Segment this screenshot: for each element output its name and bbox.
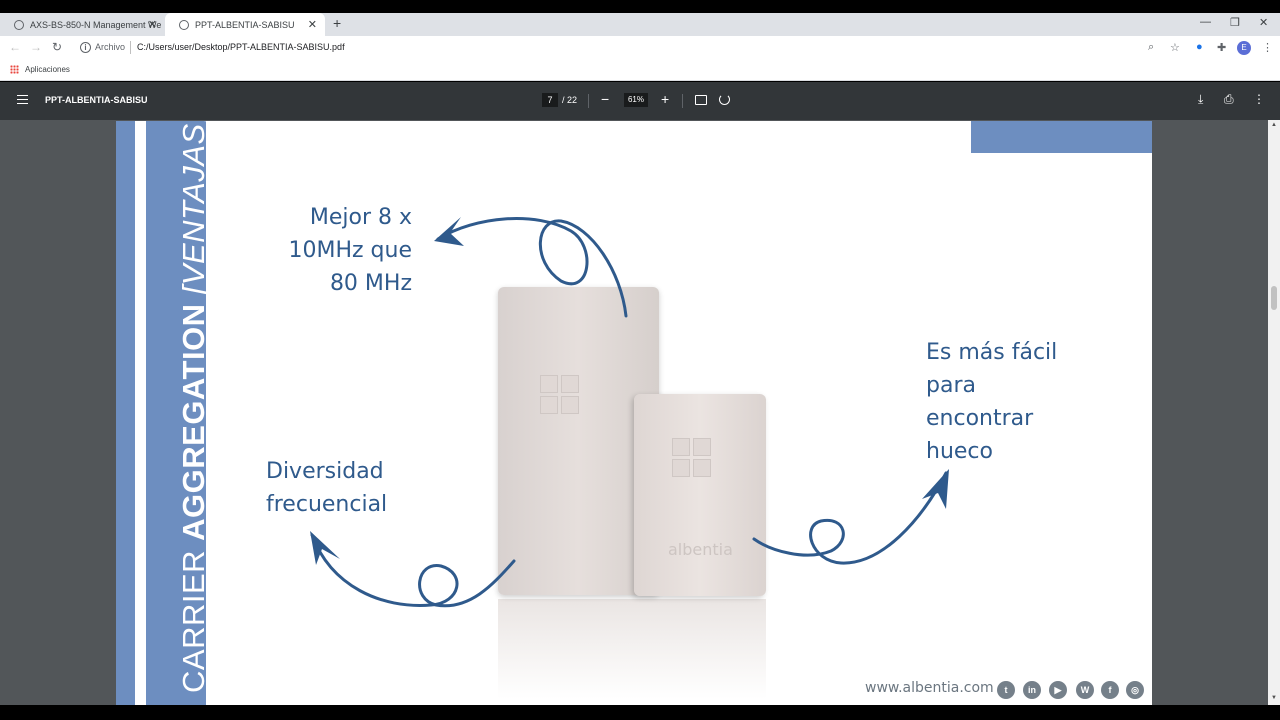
- youtube-icon: ▶: [1049, 681, 1067, 699]
- page-number-input[interactable]: 7: [542, 93, 558, 107]
- tab-title: PPT-ALBENTIA-SABISU: [195, 19, 295, 30]
- linkedin-icon: in: [1023, 681, 1041, 699]
- fit-page-icon[interactable]: [695, 95, 707, 105]
- browser-toolbar: ← → ↻ i Archivo C:/Users/user/Desktop/PP…: [0, 36, 1280, 60]
- apps-icon[interactable]: [10, 65, 19, 74]
- bookmarks-bar: Aplicaciones: [0, 60, 1280, 81]
- label-mejor: Mejor 8 x 10MHz que 80 MHz: [286, 201, 412, 300]
- extension-search-icon[interactable]: ●: [1196, 41, 1203, 53]
- instagram-icon: ◎: [1126, 681, 1144, 699]
- toolbar-divider: [682, 94, 683, 108]
- website-url: www.albentia.com: [865, 680, 994, 696]
- wordpress-icon: W: [1076, 681, 1094, 699]
- address-bar[interactable]: C:/Users/user/Desktop/PPT-ALBENTIA-SABIS…: [137, 42, 345, 52]
- close-icon[interactable]: ✕: [148, 18, 157, 31]
- rotate-icon[interactable]: [719, 94, 730, 105]
- zoom-level-input[interactable]: 61%: [624, 93, 648, 107]
- pdf-title: PPT-ALBENTIA-SABISU: [45, 95, 148, 105]
- zoom-in-icon[interactable]: +: [661, 91, 669, 107]
- minimize-icon[interactable]: —: [1200, 16, 1211, 28]
- facebook-icon: f: [1101, 681, 1119, 699]
- label-line: 10MHz que: [288, 238, 412, 263]
- scrollbar[interactable]: ▲ ▼: [1268, 120, 1280, 705]
- download-icon[interactable]: ⤓: [1198, 92, 1203, 107]
- star-icon[interactable]: ☆: [1170, 41, 1180, 54]
- puzzle-icon[interactable]: ✚: [1217, 41, 1226, 54]
- kebab-menu-icon[interactable]: ⋮: [1262, 41, 1273, 54]
- address-divider: [130, 41, 131, 54]
- arrow-top: [436, 217, 628, 318]
- globe-icon: [14, 19, 24, 30]
- zoom-out-icon[interactable]: −: [601, 91, 609, 107]
- tab-management[interactable]: AXS-BS-850-N Management We ✕: [0, 13, 165, 36]
- forward-icon[interactable]: →: [30, 40, 42, 54]
- globe-icon: [179, 19, 189, 30]
- scroll-thumb[interactable]: [1271, 286, 1277, 310]
- scroll-down-icon[interactable]: ▼: [1271, 695, 1277, 701]
- tab-strip: AXS-BS-850-N Management We ✕ PPT-ALBENTI…: [0, 13, 1280, 36]
- label-line: 80 MHz: [329, 271, 412, 296]
- twitter-icon: t: [997, 681, 1015, 699]
- avatar[interactable]: E: [1237, 41, 1251, 55]
- info-icon[interactable]: i: [80, 42, 91, 53]
- zoom-search-icon[interactable]: ⌕: [1148, 41, 1154, 54]
- label-line: Mejor 8 x: [309, 205, 412, 230]
- new-tab-button[interactable]: +: [333, 15, 341, 31]
- label-line: hueco: [926, 439, 993, 464]
- menu-icon[interactable]: [17, 95, 28, 104]
- label-diversidad: Diversidad frecuencial: [266, 455, 387, 521]
- label-line: frecuencial: [266, 492, 388, 517]
- label-line: para: [926, 373, 976, 398]
- print-icon[interactable]: ⎙: [1224, 92, 1234, 107]
- page-total: / 22: [562, 95, 578, 105]
- tab-title: AXS-BS-850-N Management We: [30, 19, 162, 30]
- label-facil: Es más fácil para encontrar hueco: [926, 336, 1057, 468]
- label-line: Es más fácil: [926, 340, 1058, 365]
- scroll-up-icon[interactable]: ▲: [1271, 122, 1277, 128]
- arrow-bottom-left: [310, 533, 516, 608]
- window-top-edge: [0, 0, 1280, 13]
- reload-icon[interactable]: ↻: [52, 40, 62, 54]
- close-icon[interactable]: ✕: [308, 18, 317, 31]
- label-line: encontrar: [926, 406, 1034, 431]
- tab-pdf[interactable]: PPT-ALBENTIA-SABISU ✕: [165, 13, 325, 36]
- arrow-right: [752, 471, 948, 565]
- pdf-toolbar: PPT-ALBENTIA-SABISU 7 / 22 − 61% + ⤓ ⎙ ⋮: [0, 82, 1280, 120]
- apps-bookmark[interactable]: Aplicaciones: [25, 65, 70, 74]
- close-window-icon[interactable]: ✕: [1259, 16, 1268, 29]
- arrow-head-top: [434, 217, 464, 246]
- pdf-page: CARRIER AGGREGATION [VENTAJAS] albentia …: [116, 121, 1152, 705]
- back-icon[interactable]: ←: [9, 40, 21, 54]
- more-options-icon[interactable]: ⋮: [1253, 92, 1265, 106]
- address-scheme: Archivo: [95, 42, 126, 52]
- arrow-head-right: [922, 469, 949, 509]
- toolbar-divider: [588, 94, 589, 108]
- restore-icon[interactable]: ❐: [1230, 16, 1240, 29]
- window-bottom-edge: [0, 705, 1280, 720]
- label-line: Diversidad: [266, 459, 384, 484]
